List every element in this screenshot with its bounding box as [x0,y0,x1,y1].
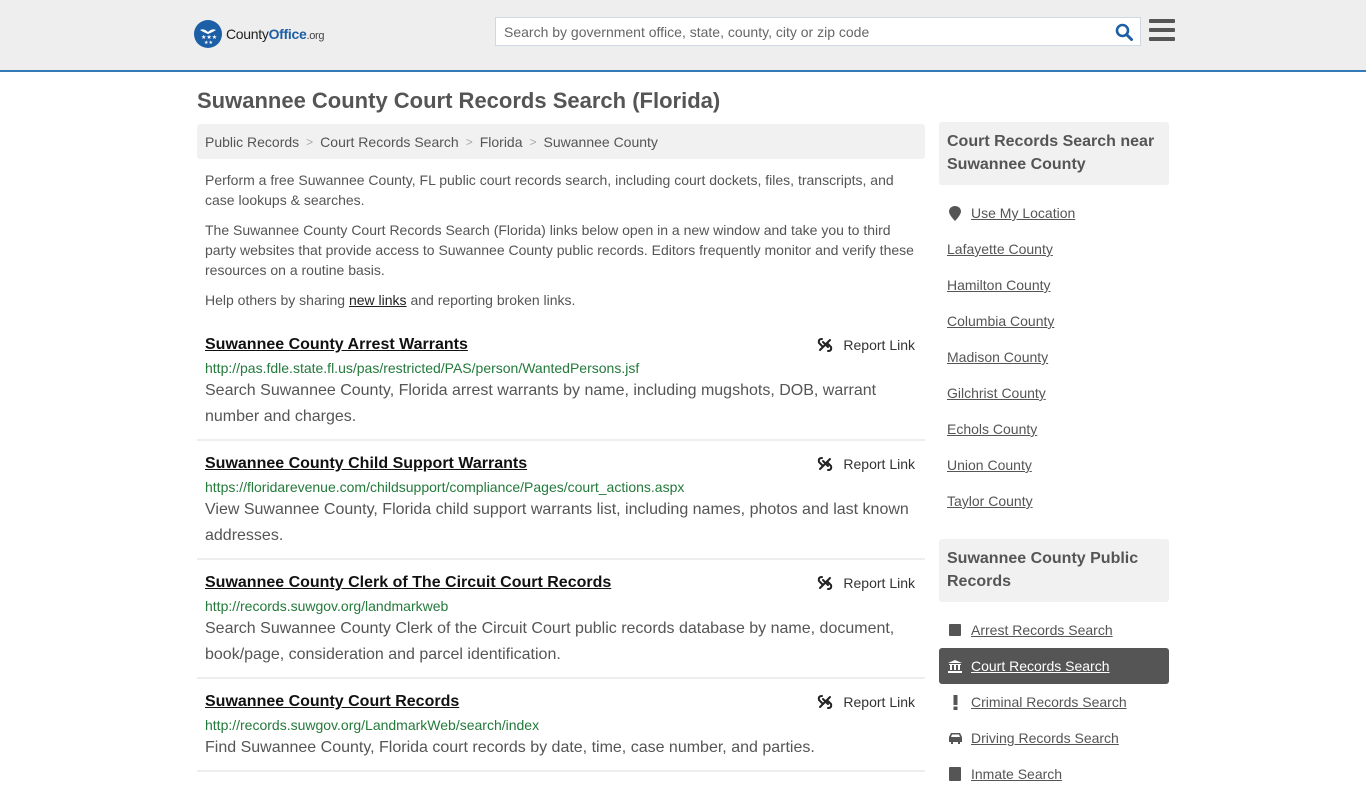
result-item: Suwannee County Court Records Report Lin… [197,679,925,772]
public-records-list: Arrest Records Search Court Records Sear… [939,612,1169,792]
arrest-records-search-link[interactable]: Arrest Records Search [971,622,1113,638]
result-url: http://records.suwgov.org/LandmarkWeb/se… [205,717,540,733]
result-url: https://floridarevenue.com/childsupport/… [205,479,685,495]
result-description: Find Suwannee County, Florida court reco… [205,739,815,756]
nearby-county-link[interactable]: Union County [947,457,1032,473]
result-description: View Suwannee County, Florida child supp… [205,501,909,544]
nearby-county-item: Taylor County [939,483,1169,519]
nearby-county-link[interactable]: Echols County [947,421,1037,437]
result-title-link[interactable]: Suwannee County Arrest Warrants [205,334,917,356]
broken-link-icon [818,338,833,352]
intro-paragraph-2: The Suwannee County Court Records Search… [205,222,914,278]
public-record-item: Arrest Records Search [939,612,1169,648]
driving-records-search-link[interactable]: Driving Records Search [971,730,1119,746]
result-item: Suwannee County Child Support Warrants R… [197,441,925,560]
courthouse-icon [947,659,963,673]
court-records-search-link[interactable]: Court Records Search [971,658,1110,674]
breadcrumb-separator: > [465,134,473,149]
inmate-search-link[interactable]: Inmate Search [971,766,1062,782]
inmate-icon [947,767,963,781]
broken-link-icon [818,695,833,709]
report-link-button[interactable]: Report Link [817,334,915,356]
search-button[interactable] [1108,18,1140,45]
nearby-county-link[interactable]: Gilchrist County [947,385,1046,401]
results-list: Suwannee County Arrest Warrants Report L… [197,328,925,772]
nearby-county-link[interactable]: Columbia County [947,313,1054,329]
public-record-item: Criminal Records Search [939,684,1169,720]
result-item: Suwannee County Arrest Warrants Report L… [197,328,925,441]
new-links-link[interactable]: new links [349,292,407,308]
report-link-button[interactable]: Report Link [817,453,915,475]
nearby-county-item: Gilchrist County [939,375,1169,411]
logo-wordmark: CountyOffice.org [226,26,325,42]
search-bar [495,17,1141,46]
nearby-county-item: Hamilton County [939,267,1169,303]
site-header: ★★★ ★★ CountyOffice.org [0,0,1366,72]
breadcrumb: Public Records > Court Records Search > … [197,124,925,159]
result-title-link[interactable]: Suwannee County Clerk of The Circuit Cou… [205,572,917,594]
public-record-item: Inmate Search [939,756,1169,792]
breadcrumb-florida[interactable]: Florida [480,134,523,150]
breadcrumb-court-records-search[interactable]: Court Records Search [320,134,459,150]
broken-link-icon [818,576,833,590]
result-description: Search Suwannee County, Florida arrest w… [205,382,877,425]
result-url: http://pas.fdle.state.fl.us/pas/restrict… [205,360,640,376]
intro-paragraph-3: Help others by sharing new links and rep… [205,292,576,308]
use-my-location-link[interactable]: Use My Location [971,205,1075,221]
nearby-heading: Court Records Search near Suwannee Count… [939,122,1169,185]
nearby-county-link[interactable]: Madison County [947,349,1048,365]
result-title-link[interactable]: Suwannee County Child Support Warrants [205,453,917,475]
nearby-county-item: Madison County [939,339,1169,375]
result-url: http://records.suwgov.org/landmarkweb [205,598,449,614]
sidebar: Court Records Search near Suwannee Count… [939,122,1169,792]
eagle-logo-icon: ★★★ ★★ [194,20,222,48]
search-input[interactable] [496,18,1108,45]
nearby-county-link[interactable]: Hamilton County [947,277,1051,293]
report-link-button[interactable]: Report Link [817,572,915,594]
nearby-county-list: Use My Location Lafayette County Hamilto… [939,195,1169,519]
page-title: Suwannee County Court Records Search (Fl… [197,88,721,113]
nearby-county-item: Lafayette County [939,231,1169,267]
use-location-item: Use My Location [939,195,1169,231]
intro-paragraph-1: Perform a free Suwannee County, FL publi… [205,172,894,208]
nearby-county-item: Echols County [939,411,1169,447]
car-icon [947,732,963,744]
intro-text: Perform a free Suwannee County, FL publi… [197,170,925,310]
main-content: Public Records > Court Records Search > … [197,124,925,772]
map-marker-icon [947,205,963,221]
result-description: Search Suwannee County Clerk of the Circ… [205,620,895,663]
breadcrumb-separator: > [529,134,537,149]
result-item: Suwannee County Clerk of The Circuit Cou… [197,560,925,679]
criminal-records-search-link[interactable]: Criminal Records Search [971,694,1127,710]
broken-link-icon [818,457,833,471]
search-icon [1115,23,1133,41]
square-icon [947,624,963,636]
public-record-item-active: Court Records Search [939,648,1169,684]
result-title-link[interactable]: Suwannee County Court Records [205,691,917,713]
public-records-heading: Suwannee County Public Records [939,539,1169,602]
nearby-county-link[interactable]: Taylor County [947,493,1033,509]
exclamation-icon [947,694,963,710]
nearby-county-item: Columbia County [939,303,1169,339]
nearby-county-item: Union County [939,447,1169,483]
breadcrumb-separator: > [306,134,314,149]
report-link-button[interactable]: Report Link [817,691,915,713]
breadcrumb-public-records[interactable]: Public Records [205,134,299,150]
svg-text:★★: ★★ [204,40,213,44]
breadcrumb-suwannee-county[interactable]: Suwannee County [544,134,658,150]
hamburger-menu-icon[interactable] [1149,19,1175,43]
public-record-item: Driving Records Search [939,720,1169,756]
site-logo[interactable]: ★★★ ★★ CountyOffice.org [194,20,325,48]
nearby-county-link[interactable]: Lafayette County [947,241,1053,257]
